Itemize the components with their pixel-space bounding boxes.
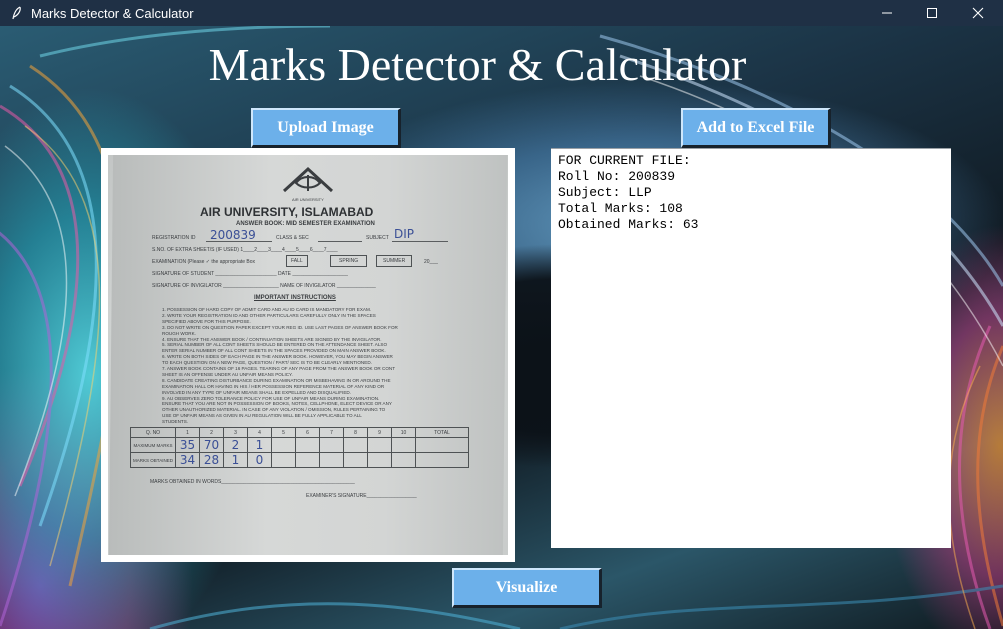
result-line: Total Marks: 108 <box>558 201 683 216</box>
university-logo-icon <box>282 166 334 193</box>
table-header-cell: 4 <box>247 427 272 438</box>
mark-cell <box>391 452 416 468</box>
row-label: MAXIMUM MARKS <box>130 437 176 453</box>
row-label: MARKS OBTAINED <box>130 452 176 468</box>
mark-cell <box>343 437 368 453</box>
page-title: Marks Detector & Calculator <box>208 39 747 90</box>
result-line: Roll No: 200839 <box>558 169 676 184</box>
mark-cell <box>319 452 344 468</box>
examiner-signature-line: EXAMINER'S SIGNATURE__________________ <box>306 493 417 499</box>
marks-in-words-line: MARKS OBTAINED IN WORDS_________________… <box>150 479 355 485</box>
maximize-button[interactable] <box>909 0 955 26</box>
logo-caption: AIR UNIVERSITY <box>292 197 324 202</box>
mark-cell <box>415 437 469 453</box>
fall-box: FALL <box>286 255 308 267</box>
instructions-title: IMPORTANT INSTRUCTIONS <box>254 295 336 301</box>
table-header-cell: 7 <box>319 427 344 438</box>
instruction-line: 1. POSSESSION OF HARD COPY OF ADMIT CARD… <box>162 307 372 312</box>
instruction-line: SPECIFIED ABOVE FOR THIS PURPOSE. <box>162 318 251 324</box>
instruction-line: 9. AU OBSERVES ZERO TOLERANCE POLICY FOR… <box>162 395 380 401</box>
instruction-line: 3. DO NOT WRITE ON QUESTION PAPER EXCEPT… <box>162 324 398 330</box>
upload-image-button[interactable]: Upload Image <box>251 108 401 148</box>
instruction-line: ROUGH WORK. <box>162 330 196 336</box>
mark-cell <box>295 437 320 453</box>
class-sec-label: CLASS & SEC <box>276 235 309 241</box>
window-title: Marks Detector & Calculator <box>31 5 194 21</box>
table-header-cell: 2 <box>199 427 224 438</box>
table-header-cell: 8 <box>343 427 368 438</box>
visualize-button[interactable]: Visualize <box>452 568 602 608</box>
instruction-line: ENTER SERIAL NUMBER OF ALL CONT SHEETS I… <box>162 348 386 354</box>
instruction-line: TO EACH QUESTION ON A NEW PAGE, QUESTION… <box>162 360 372 366</box>
mark-cell: 34 <box>175 452 200 468</box>
table-header-cell: TOTAL <box>415 427 469 438</box>
instruction-line: EXAMINATION HALL OR HAVING IN HIS / HER … <box>162 383 385 389</box>
registration-label: REGISTRATION ID <box>152 235 196 241</box>
university-name: AIR UNIVERSITY, ISLAMABAD <box>200 205 374 219</box>
feather-icon <box>9 5 25 21</box>
instruction-line: 2. WRITE YOUR REGISTRATION ID AND OTHER … <box>162 312 376 318</box>
uploaded-image-panel: AIR UNIVERSITY AIR UNIVERSITY, ISLAMABAD… <box>101 148 515 562</box>
registration-value: 200839 <box>210 228 256 242</box>
mark-cell <box>295 452 320 468</box>
window-titlebar: Marks Detector & Calculator <box>0 0 1003 26</box>
table-header-cell: 9 <box>367 427 392 438</box>
summer-box: SUMMER <box>376 255 413 267</box>
add-to-excel-button[interactable]: Add to Excel File <box>681 108 831 148</box>
mark-cell: 1 <box>247 437 272 453</box>
marks-table: Q. NO 1 2 3 4 5 6 7 8 9 10 TOTAL MAXIMUM MARKS 35 70 2… <box>130 427 469 468</box>
mark-cell: 1 <box>223 452 248 468</box>
mark-cell: 70 <box>199 437 224 453</box>
instruction-line: 8. CANDIDATE CREATING DISTURBANCE DURING… <box>162 377 391 383</box>
instruction-line: INVOLVED IN ANY TYPE OF UNFAIR MEANS SHA… <box>162 389 351 395</box>
instruction-line: SHEET IS AN OFFENSE UNDER AU UNFAIR MEAN… <box>162 371 293 377</box>
table-header-cell: 6 <box>295 427 320 438</box>
result-line: FOR CURRENT FILE: <box>558 153 691 168</box>
mark-cell <box>415 452 469 468</box>
mark-cell <box>367 437 392 453</box>
mark-cell: 0 <box>247 452 272 468</box>
mark-cell <box>391 437 416 453</box>
spring-box: SPRING <box>330 255 368 267</box>
student-signature-line: SIGNATURE OF STUDENT ___________________… <box>152 271 348 277</box>
result-line: Obtained Marks: 63 <box>558 217 699 232</box>
results-text-area[interactable]: FOR CURRENT FILE: Roll No: 200839 Subject:… <box>551 148 951 548</box>
mark-cell <box>367 452 392 468</box>
subject-label: SUBJECT <box>366 235 389 241</box>
instruction-line: 6. WRITE ON BOTH SIDES OF EACH PAGE IN T… <box>162 354 393 360</box>
mark-cell <box>319 437 344 453</box>
table-header-cell: 3 <box>223 427 248 438</box>
table-header-cell: Q. NO <box>130 427 176 438</box>
instruction-line: USE OF UNFAIR MEANS AS GIVEN IN AU REGUL… <box>162 413 362 419</box>
mark-cell: 28 <box>199 452 224 468</box>
mark-cell <box>343 452 368 468</box>
year-field: 20___ <box>424 259 438 265</box>
exam-type-label: EXAMINATION (Please ✓ the appropriate Bo… <box>152 259 256 265</box>
mark-cell <box>271 437 296 453</box>
instruction-line: ENSURE THAT YOU ARE NOT IN POSSESSION OF… <box>162 401 392 407</box>
mark-cell: 2 <box>223 437 248 453</box>
instruction-line: 5. SERIAL NUMBER OF ALL CONT SHEETS SHOU… <box>162 342 388 348</box>
table-header-cell: 5 <box>271 427 296 438</box>
mark-cell: 35 <box>175 437 200 453</box>
table-header-cell: 1 <box>175 427 200 438</box>
answer-sheet-image: AIR UNIVERSITY AIR UNIVERSITY, ISLAMABAD… <box>108 155 508 555</box>
mark-cell <box>271 452 296 468</box>
invigilator-signature-line: SIGNATURE OF INVIGILATOR _______________… <box>152 283 376 289</box>
subject-value: DIP <box>394 227 415 241</box>
instruction-line: 4. ENSURE THAT THE ANSWER BOOK / CONTINU… <box>162 336 382 342</box>
instruction-line: STUDENTS. <box>162 419 189 425</box>
instruction-line: 7. ANSWER BOOK CONTAINS OF 16 PAGES. TEA… <box>162 366 396 371</box>
table-header-cell: 10 <box>391 427 416 438</box>
minimize-button[interactable] <box>864 0 910 26</box>
extra-sheets-line: S.NO. OF EXTRA SHEET/S (IF USED) 1____2_… <box>152 247 338 253</box>
close-button[interactable] <box>955 0 1001 26</box>
instruction-line: OTHER UNAUTHORIZED MATERIAL. IN CASE OF … <box>162 407 386 413</box>
exam-subtitle: ANSWER BOOK: MID SEMESTER EXAMINATION <box>236 221 375 227</box>
result-line: Subject: LLP <box>558 185 652 200</box>
